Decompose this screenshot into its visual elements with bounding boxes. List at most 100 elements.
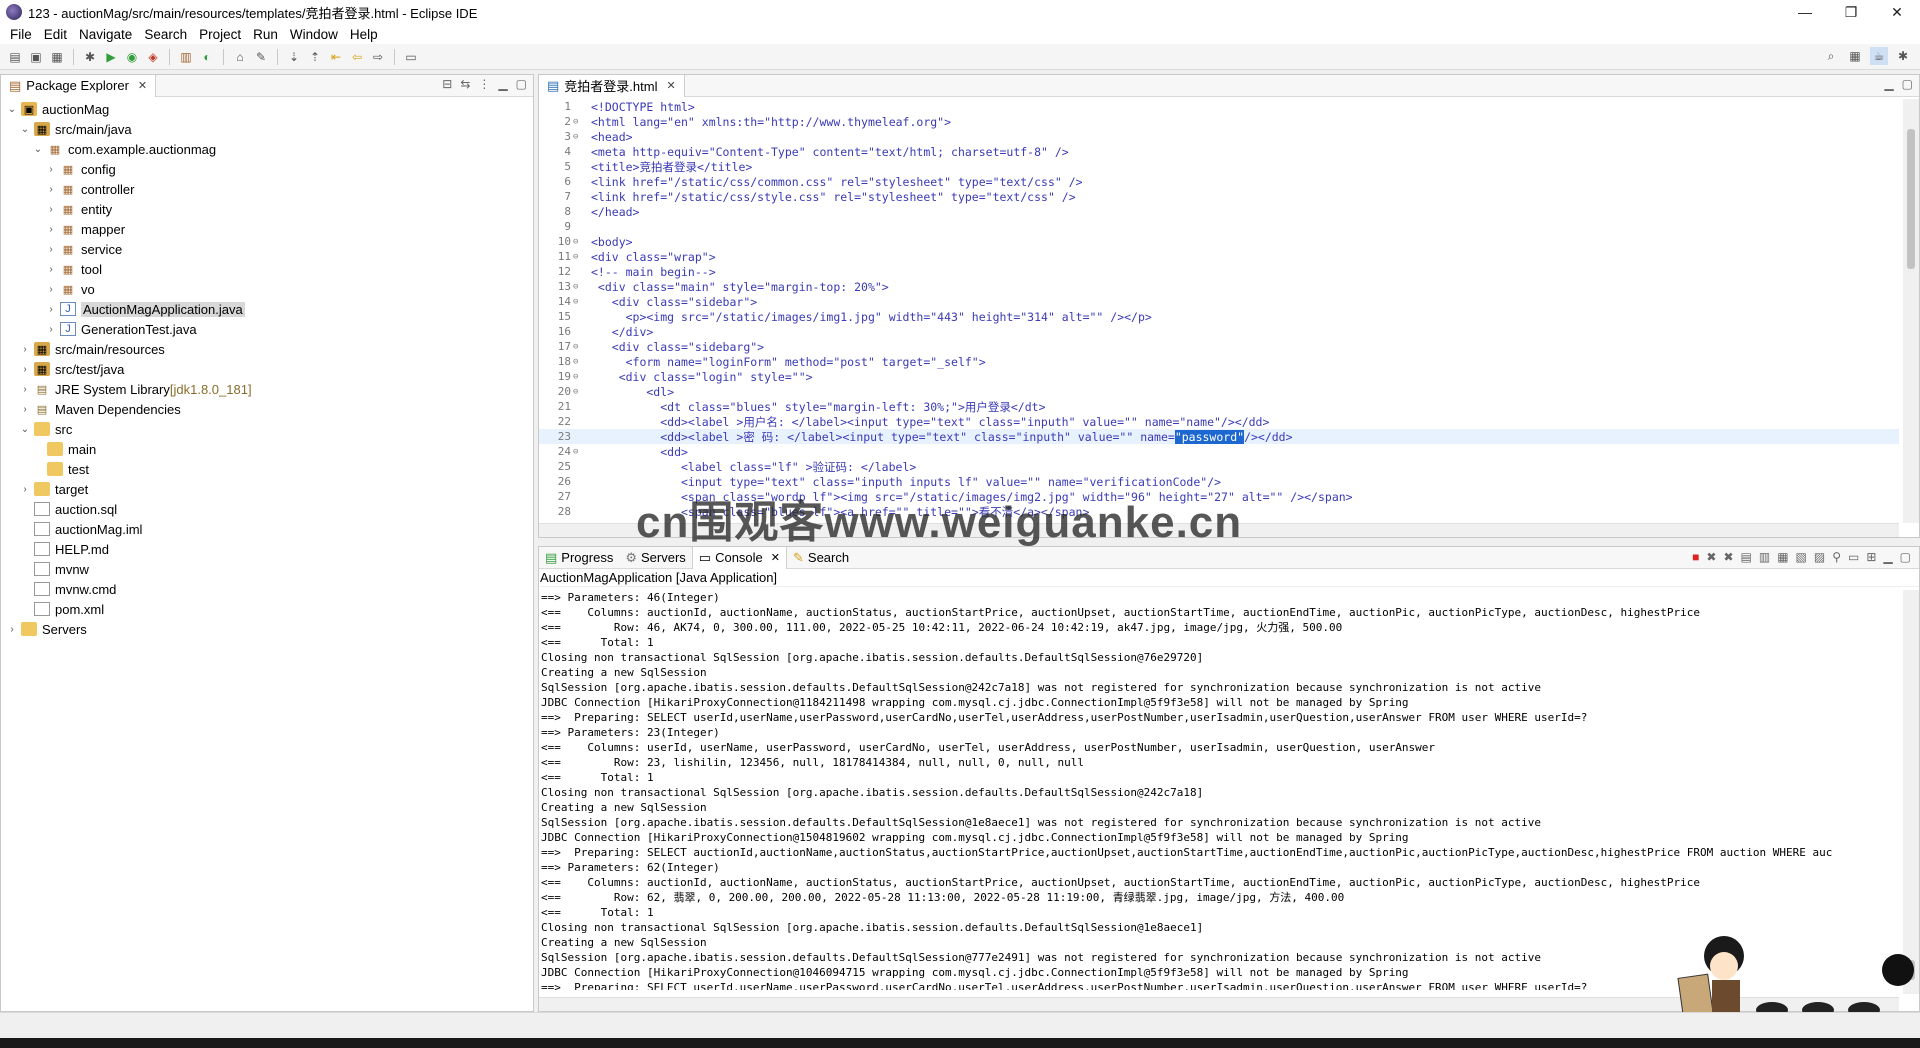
link-editor-icon[interactable]: ⇆ [460, 77, 470, 91]
menu-file[interactable]: File [4, 27, 38, 42]
save-all-icon[interactable]: ▦ [48, 48, 66, 66]
fold-toggle-icon[interactable]: ⊖ [573, 252, 581, 262]
show-stdout-icon[interactable]: ▧ [1796, 550, 1807, 564]
chevron-right-icon[interactable]: › [44, 284, 58, 295]
tree-item[interactable]: › J GenerationTest.java [1, 319, 533, 339]
chevron-down-icon[interactable]: ⌄ [18, 124, 32, 135]
java-perspective-icon[interactable]: ☕ [1870, 47, 1888, 65]
tree-item[interactable]: › ▦ service [1, 239, 533, 259]
code-line[interactable]: 2 ⊖ <html lang="en" xmlns:th="http://www.t… [539, 114, 1899, 129]
tree-item[interactable]: ⌄ ▦ src/main/java [1, 119, 533, 139]
fold-toggle-icon[interactable]: ⊖ [573, 342, 581, 352]
menu-run[interactable]: Run [247, 27, 284, 42]
code-line[interactable]: 19 ⊖ <div class="login" style=""> [539, 369, 1899, 384]
external-tools-icon[interactable]: ◈ [144, 48, 162, 66]
tree-item[interactable]: › ▦ mapper [1, 219, 533, 239]
last-edit-icon[interactable]: ⇤ [327, 48, 345, 66]
debug-icon[interactable]: ✱ [81, 48, 99, 66]
chevron-right-icon[interactable]: › [44, 204, 58, 215]
run-icon[interactable]: ▶ [102, 48, 120, 66]
chevron-right-icon[interactable]: › [44, 224, 58, 235]
clear-console-icon[interactable]: ▤ [1741, 550, 1752, 564]
tab-html-file[interactable]: ▤ 竞拍者登录.html ✕ [539, 74, 685, 97]
menu-help[interactable]: Help [344, 27, 384, 42]
fold-toggle-icon[interactable]: ⊖ [573, 297, 581, 307]
maximize-view-icon[interactable]: ▢ [516, 77, 527, 91]
menu-window[interactable]: Window [284, 27, 344, 42]
code-line[interactable]: 11 ⊖ <div class="wrap"> [539, 249, 1899, 264]
prev-annotation-icon[interactable]: ⇡ [306, 48, 324, 66]
minimize-button[interactable]: — [1782, 0, 1828, 24]
code-line[interactable]: 7 <link href="/static/css/style.css" rel=… [539, 189, 1899, 204]
save-icon[interactable]: ▣ [27, 48, 45, 66]
code-line[interactable]: 25 <label class="lf" >验证码: </label> [539, 459, 1899, 474]
tab-package-explorer[interactable]: ▤ Package Explorer ✕ [1, 74, 157, 97]
terminate-icon[interactable]: ■ [1692, 550, 1699, 564]
chevron-right-icon[interactable]: › [44, 184, 58, 195]
code-line[interactable]: 13 ⊖ <div class="main" style="margin-top:… [539, 279, 1899, 294]
code-line[interactable]: 6 <link href="/static/css/common.css" rel… [539, 174, 1899, 189]
code-line[interactable]: 16 </div> [539, 324, 1899, 339]
code-line[interactable]: 21 <dt class="blues" style="margin-left:… [539, 399, 1899, 414]
close-icon[interactable]: ✕ [138, 79, 147, 92]
code-line[interactable]: 22 <dd><label >用户名: </label><input type=… [539, 414, 1899, 429]
minimize-view-icon[interactable]: ▁ [1884, 77, 1893, 91]
tree-item[interactable]: › J AuctionMagApplication.java [1, 299, 533, 319]
tree-item[interactable]: ⌄ ▦ com.example.auctionmag [1, 139, 533, 159]
chevron-right-icon[interactable]: › [44, 164, 58, 175]
quick-search-icon[interactable]: ⌕ [1822, 47, 1840, 65]
fold-toggle-icon[interactable]: ⊖ [573, 387, 581, 397]
minimize-view-icon[interactable]: ▁ [498, 77, 507, 91]
tree-item[interactable]: › ▤ JRE System Library [jdk1.8.0_181] [1, 379, 533, 399]
tree-item[interactable]: › ▦ entity [1, 199, 533, 219]
code-line[interactable]: 24 ⊖ <dd> [539, 444, 1899, 459]
chevron-down-icon[interactable]: ⌄ [18, 424, 32, 435]
code-line[interactable]: 10 ⊖ <body> [539, 234, 1899, 249]
tree-item[interactable]: › ▦ config [1, 159, 533, 179]
fold-toggle-icon[interactable]: ⊖ [573, 447, 581, 457]
coverage-icon[interactable]: ◉ [123, 48, 141, 66]
code-line[interactable]: 4 <meta http-equiv="Content-Type" content… [539, 144, 1899, 159]
tree-item[interactable]: › ▦ vo [1, 279, 533, 299]
tree-item[interactable]: › ▦ controller [1, 179, 533, 199]
code-line[interactable]: 9 [539, 219, 1899, 234]
tree-item[interactable]: test [1, 459, 533, 479]
code-line[interactable]: 1 <!DOCTYPE html> [539, 99, 1899, 114]
collapse-all-icon[interactable]: ⊟ [442, 77, 452, 91]
fold-toggle-icon[interactable]: ⊖ [573, 117, 581, 127]
remove-launch-icon[interactable]: ✖ [1706, 550, 1716, 564]
code-line[interactable]: 12 <!-- main begin--> [539, 264, 1899, 279]
fold-toggle-icon[interactable]: ⊖ [573, 372, 581, 382]
open-console-icon[interactable]: ⊞ [1866, 550, 1876, 564]
open-type-icon[interactable]: ⌂ [231, 48, 249, 66]
tab-progress[interactable]: ▤ Progress [539, 547, 619, 569]
menu-edit[interactable]: Edit [38, 27, 73, 42]
chevron-right-icon[interactable]: › [18, 484, 32, 495]
console-vertical-scrollbar[interactable] [1903, 590, 1919, 994]
chevron-right-icon[interactable]: › [18, 384, 32, 395]
tree-item[interactable]: auction.sql [1, 499, 533, 519]
next-annotation-icon[interactable]: ⇣ [285, 48, 303, 66]
close-icon[interactable]: ✕ [771, 551, 780, 564]
tab-console[interactable]: ▭ Console ✕ [691, 546, 787, 569]
menu-navigate[interactable]: Navigate [73, 27, 138, 42]
editor-vertical-scrollbar[interactable] [1903, 99, 1919, 523]
close-window-button[interactable]: ✕ [1874, 0, 1920, 24]
tree-item[interactable]: › target [1, 479, 533, 499]
chevron-right-icon[interactable]: › [18, 404, 32, 415]
tree-item[interactable]: mvnw [1, 559, 533, 579]
new-java-class-icon[interactable]: ◐ [198, 48, 216, 66]
code-line[interactable]: 5 <title>竞拍者登录</title> [539, 159, 1899, 174]
tree-item[interactable]: auctionMag.iml [1, 519, 533, 539]
view-menu-icon[interactable]: ⋮ [478, 77, 490, 91]
forward-icon[interactable]: ⇨ [369, 48, 387, 66]
chevron-down-icon[interactable]: ⌄ [31, 144, 45, 155]
tree-item[interactable]: › ▤ Maven Dependencies [1, 399, 533, 419]
tree-item[interactable]: ⌄ ▣ auctionMag [1, 99, 533, 119]
close-icon[interactable]: ✕ [666, 79, 675, 92]
open-perspective-icon[interactable]: ▦ [1846, 47, 1864, 65]
menu-search[interactable]: Search [138, 27, 193, 42]
code-line[interactable]: 17 ⊖ <div class="sidebarg"> [539, 339, 1899, 354]
chevron-right-icon[interactable]: › [44, 264, 58, 275]
code-line[interactable]: 14 ⊖ <div class="sidebar"> [539, 294, 1899, 309]
